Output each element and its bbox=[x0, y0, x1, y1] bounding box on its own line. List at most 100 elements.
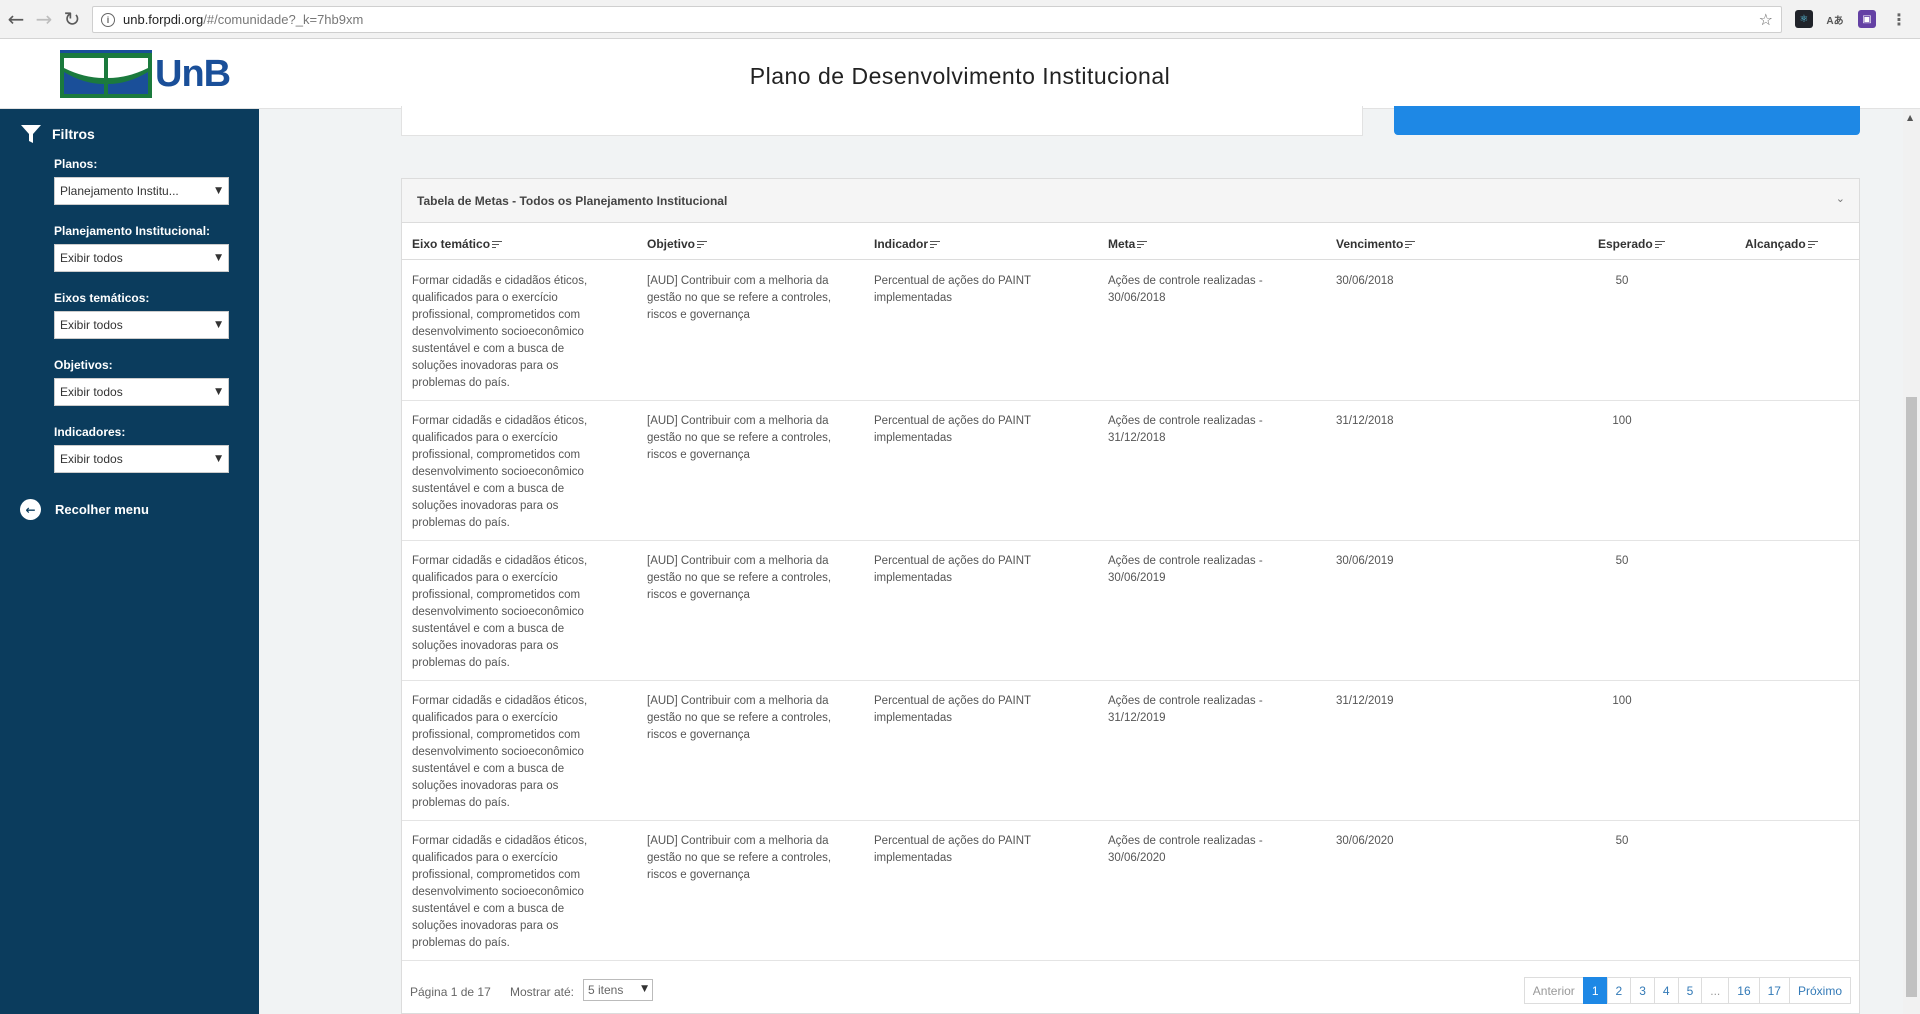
table-row: Formar cidadãs e cidadãos éticos, qualif… bbox=[402, 681, 1859, 821]
table-row: Formar cidadãs e cidadãos éticos, qualif… bbox=[402, 541, 1859, 681]
dropdown-caret-icon: ▼ bbox=[215, 320, 222, 330]
menu-icon[interactable]: ⋮ bbox=[1890, 10, 1908, 29]
page-button-16[interactable]: 16 bbox=[1728, 977, 1760, 1004]
cell-vencimento: 30/06/2019 bbox=[1336, 555, 1394, 567]
panel-title: Tabela de Metas - Todos os Planejamento … bbox=[417, 194, 728, 208]
filter-select-value: Planejamento Institu... bbox=[60, 184, 179, 198]
url-path: /#/comunidade?_k=7hb9xm bbox=[203, 12, 364, 27]
filter-select-objetivos[interactable]: Exibir todos ▼ bbox=[54, 378, 229, 406]
cell-indicador: Percentual de ações do PAINT implementad… bbox=[874, 275, 1031, 304]
filter-select-eixos[interactable]: Exibir todos ▼ bbox=[54, 311, 229, 339]
bookmark-star-icon[interactable]: ☆ bbox=[1759, 10, 1773, 29]
filter-select-value: Exibir todos bbox=[60, 385, 123, 399]
cell-indicador: Percentual de ações do PAINT implementad… bbox=[874, 835, 1031, 864]
filter-label-planos: Planos: bbox=[54, 157, 98, 171]
page-size-select[interactable]: 5 itens ▼ bbox=[583, 979, 653, 1001]
cell-meta: Ações de controle realizadas - 30/06/201… bbox=[1108, 555, 1263, 584]
page-button-5[interactable]: 5 bbox=[1677, 977, 1703, 1004]
react-devtools-icon[interactable]: ⚛ bbox=[1795, 10, 1813, 28]
sort-icon[interactable] bbox=[930, 240, 941, 249]
cell-objetivo: [AUD] Contribuir com a melhoria da gestã… bbox=[647, 275, 832, 321]
sort-icon[interactable] bbox=[1807, 240, 1818, 249]
cell-eixo: Formar cidadãs e cidadãos éticos, qualif… bbox=[412, 555, 588, 669]
column-header-vencimento[interactable]: Vencimento bbox=[1336, 237, 1416, 251]
cell-vencimento: 30/06/2018 bbox=[1336, 275, 1394, 287]
forward-arrow-icon[interactable]: → bbox=[32, 7, 56, 31]
collapse-menu-label: Recolher menu bbox=[55, 502, 149, 517]
dropdown-caret-icon: ▼ bbox=[215, 387, 222, 397]
sort-icon[interactable] bbox=[1137, 240, 1148, 249]
column-label: Eixo temático bbox=[412, 237, 491, 251]
cell-esperado: 50 bbox=[1615, 555, 1629, 567]
filter-select-value: Exibir todos bbox=[60, 251, 123, 265]
next-page-button[interactable]: Próximo bbox=[1788, 977, 1851, 1004]
sort-icon[interactable] bbox=[492, 240, 503, 249]
table-row: Formar cidadãs e cidadãos éticos, qualif… bbox=[402, 401, 1859, 541]
panel-header[interactable]: Tabela de Metas - Todos os Planejamento … bbox=[402, 179, 1859, 223]
page-info: Página 1 de 17 bbox=[410, 985, 491, 999]
twitch-extension-icon[interactable]: ▣ bbox=[1858, 10, 1876, 28]
cell-meta: Ações de controle realizadas - 31/12/201… bbox=[1108, 415, 1263, 444]
table-footer: Página 1 de 17 Mostrar até: 5 itens ▼ An… bbox=[402, 961, 1859, 1013]
collapse-menu-button[interactable]: ← Recolher menu bbox=[20, 499, 149, 520]
goals-table-panel: Tabela de Metas - Todos os Planejamento … bbox=[401, 178, 1860, 1014]
dropdown-caret-icon: ▼ bbox=[215, 454, 222, 464]
page-button-1[interactable]: 1 bbox=[1582, 977, 1608, 1004]
cell-meta: Ações de controle realizadas - 30/06/201… bbox=[1108, 275, 1263, 304]
filters-title: Filtros bbox=[52, 126, 95, 142]
page-button-17[interactable]: 17 bbox=[1758, 977, 1790, 1004]
filter-select-indicadores[interactable]: Exibir todos ▼ bbox=[54, 445, 229, 473]
translate-icon[interactable]: Aあ bbox=[1826, 10, 1844, 28]
prev-page-button[interactable]: Anterior bbox=[1523, 977, 1584, 1004]
sort-icon[interactable] bbox=[1405, 240, 1416, 249]
summary-card bbox=[401, 106, 1363, 136]
app-header: UnB Plano de Desenvolvimento Institucion… bbox=[0, 39, 1920, 109]
scroll-up-arrow-icon[interactable]: ▲ bbox=[1907, 113, 1913, 122]
dropdown-caret-icon: ▼ bbox=[215, 253, 222, 263]
page-title: Plano de Desenvolvimento Institucional bbox=[749, 63, 1171, 89]
filter-label-eixos: Eixos temáticos: bbox=[54, 291, 150, 305]
scrollbar-thumb[interactable] bbox=[1906, 397, 1917, 997]
cell-eixo: Formar cidadãs e cidadãos éticos, qualif… bbox=[412, 275, 588, 389]
filters-header: Filtros bbox=[20, 123, 95, 145]
sort-icon[interactable] bbox=[1654, 240, 1665, 249]
filter-label-planejamento: Planejamento Institucional: bbox=[54, 224, 211, 238]
page-size-label: Mostrar até: bbox=[510, 985, 575, 999]
info-icon[interactable]: i bbox=[101, 12, 115, 27]
reload-icon[interactable]: ↻ bbox=[60, 7, 84, 31]
pagination: Anterior 1 2 3 4 5 ... 16 17 Próximo bbox=[1523, 977, 1851, 1004]
cell-vencimento: 30/06/2020 bbox=[1336, 835, 1394, 847]
dropdown-caret-icon: ▼ bbox=[641, 984, 648, 994]
page-button-3[interactable]: 3 bbox=[1630, 977, 1655, 1004]
filter-select-planejamento[interactable]: Exibir todos ▼ bbox=[54, 244, 229, 272]
column-header-objetivo[interactable]: Objetivo bbox=[647, 237, 708, 251]
cell-objetivo: [AUD] Contribuir com a melhoria da gestã… bbox=[647, 555, 832, 601]
filter-select-planos[interactable]: Planejamento Institu... ▼ bbox=[54, 177, 229, 205]
action-button[interactable] bbox=[1394, 106, 1860, 135]
column-header-eixo[interactable]: Eixo temático bbox=[412, 237, 503, 251]
cell-esperado: 100 bbox=[1612, 415, 1632, 427]
cell-meta: Ações de controle realizadas - 31/12/201… bbox=[1108, 695, 1263, 724]
cell-eixo: Formar cidadãs e cidadãos éticos, qualif… bbox=[412, 695, 588, 809]
filter-label-indicadores: Indicadores: bbox=[54, 425, 126, 439]
column-header-meta[interactable]: Meta bbox=[1108, 237, 1148, 251]
dropdown-caret-icon: ▼ bbox=[215, 186, 222, 196]
table-row: Formar cidadãs e cidadãos éticos, qualif… bbox=[402, 261, 1859, 401]
cell-esperado: 50 bbox=[1615, 835, 1629, 847]
column-header-indicador[interactable]: Indicador bbox=[874, 237, 941, 251]
cell-indicador: Percentual de ações do PAINT implementad… bbox=[874, 415, 1031, 444]
column-header-esperado[interactable]: Esperado bbox=[1598, 237, 1665, 251]
arrow-left-circle-icon: ← bbox=[20, 499, 41, 520]
chevron-down-icon[interactable]: ⌄ bbox=[1836, 192, 1845, 205]
cell-esperado: 50 bbox=[1615, 275, 1629, 287]
page-scrollbar[interactable]: ▲ bbox=[1903, 109, 1920, 1014]
page-button-4[interactable]: 4 bbox=[1653, 977, 1679, 1004]
back-arrow-icon[interactable]: ← bbox=[4, 7, 28, 31]
url-host: unb.forpdi.org bbox=[123, 12, 204, 27]
page-ellipsis: ... bbox=[1701, 977, 1730, 1004]
page-button-2[interactable]: 2 bbox=[1606, 977, 1632, 1004]
sort-icon[interactable] bbox=[697, 240, 708, 249]
cell-meta: Ações de controle realizadas - 30/06/202… bbox=[1108, 835, 1263, 864]
address-bar[interactable]: i unb.forpdi.org/#/comunidade?_k=7hb9xm … bbox=[92, 6, 1782, 33]
column-header-alcancado[interactable]: Alcançado bbox=[1745, 237, 1818, 251]
